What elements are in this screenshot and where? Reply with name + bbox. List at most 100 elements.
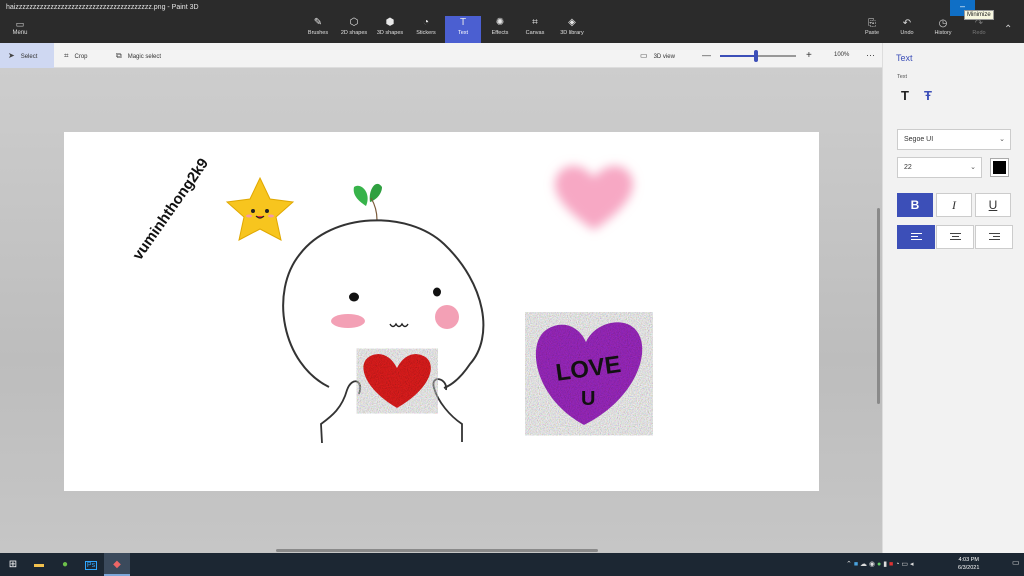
- 3d-view-icon: ▭: [640, 51, 648, 60]
- magic-select-button[interactable]: ⧉ Magic select: [116, 43, 161, 68]
- paste-button[interactable]: ⎘ Paste: [857, 18, 887, 36]
- canvas-text[interactable]: vuminhthong2k9: [129, 155, 212, 263]
- menu-label: Menu: [12, 30, 28, 36]
- tool-text[interactable]: T Text: [445, 16, 481, 43]
- taskbar-paint3d[interactable]: ◆: [104, 553, 130, 576]
- align-center-icon: [950, 233, 961, 242]
- tool-brushes[interactable]: ✎ Brushes: [304, 16, 332, 43]
- folder-icon: ▬: [34, 559, 44, 570]
- more-options-button[interactable]: ···: [866, 43, 875, 68]
- system-tray[interactable]: ⌃ ■ ☁ ◉ ● ▮ ■ ◔ ▭ ◂: [846, 553, 914, 576]
- clock-date: 6/3/2021: [958, 565, 980, 571]
- select-button[interactable]: ➤ Select: [0, 43, 54, 68]
- paint3d-icon: ◆: [113, 559, 121, 570]
- clock-time: 4:03 PM: [958, 557, 979, 563]
- cute-character[interactable]: [282, 183, 485, 444]
- zoom-slider-thumb[interactable]: [754, 50, 759, 62]
- minimize-tooltip: Minimize: [964, 10, 994, 20]
- tool-3d-shapes[interactable]: ⬢ 3D shapes: [374, 16, 406, 43]
- tool-3d-library[interactable]: ◈ 3D library: [556, 16, 588, 43]
- history-button[interactable]: ◷ History: [928, 18, 958, 36]
- canvas-artwork: vuminhthong2k9 LOVE U: [129, 155, 643, 444]
- wifi-icon: ◔: [895, 561, 900, 568]
- crop-label: Crop: [74, 54, 88, 60]
- drawing-canvas[interactable]: vuminhthong2k9 LOVE U: [64, 132, 819, 491]
- italic-button[interactable]: I: [936, 193, 972, 217]
- horizontal-scrollbar[interactable]: [276, 549, 598, 552]
- underline-button[interactable]: U: [975, 193, 1011, 217]
- tool-effects[interactable]: ✺ Effects: [487, 16, 513, 43]
- panel-subtitle: Text: [897, 74, 908, 80]
- zoom-in-button[interactable]: +: [806, 43, 812, 68]
- 3d-library-icon: ◈: [568, 17, 576, 28]
- windows-taskbar: ⊞ ▬ ● Ps ◆ ⌃ ■ ☁ ◉ ● ▮ ■ ◔ ▭ ◂ 4:03 PM 6…: [0, 553, 1024, 576]
- windows-icon: ⊞: [8, 559, 18, 570]
- notification-icon[interactable]: ▭: [1012, 558, 1020, 567]
- tool-label: Effects: [491, 30, 509, 36]
- taskbar-browser[interactable]: ●: [52, 553, 78, 576]
- star-sticker[interactable]: [225, 176, 295, 242]
- align-right-button[interactable]: [975, 225, 1013, 249]
- start-button[interactable]: ⊞: [0, 553, 26, 576]
- onedrive-icon: ☁: [860, 561, 868, 568]
- align-left-button[interactable]: [897, 225, 935, 249]
- undo-button[interactable]: ↶ Undo: [892, 18, 922, 36]
- font-size-select[interactable]: 22 ⌄: [897, 157, 982, 178]
- menu-button[interactable]: ▭ Menu: [8, 19, 32, 36]
- tool-stickers[interactable]: ◔ Stickers: [412, 16, 440, 43]
- text-color-swatch[interactable]: [990, 158, 1009, 177]
- 3d-view-button[interactable]: ▭ 3D view: [640, 43, 675, 68]
- tool-label: Canvas: [525, 30, 545, 36]
- 3d-text-button[interactable]: Ŧ: [924, 88, 932, 103]
- pink-heart[interactable]: [555, 165, 633, 230]
- zoom-slider-fill: [720, 55, 757, 57]
- taskbar-file-explorer[interactable]: ▬: [26, 553, 52, 576]
- magic-select-icon: ⧉: [116, 51, 122, 60]
- 2d-shapes-icon: ⬡: [349, 17, 359, 28]
- tool-label: 2D shapes: [340, 30, 368, 36]
- tray-app-icon: ■: [853, 561, 859, 568]
- folder-icon: ▭: [15, 19, 25, 29]
- tray-app-icon: ●: [877, 561, 882, 568]
- selection-toolbar: ➤ Select ⌗ Crop ⧉ Magic select ▭ 3D view — +…: [0, 43, 882, 68]
- 3d-shapes-icon: ⬢: [385, 17, 395, 28]
- browser-icon: ●: [61, 559, 69, 570]
- tool-label: Text: [457, 30, 469, 36]
- volume-icon: ◂: [909, 561, 914, 568]
- bold-button[interactable]: B: [897, 193, 933, 217]
- redo-button[interactable]: ↷ Redo: [964, 18, 994, 36]
- zoom-level: 100%: [834, 52, 850, 58]
- history-icon: ◷: [938, 18, 948, 29]
- cursor-icon: ➤: [8, 51, 15, 60]
- align-right-icon: [989, 233, 1000, 242]
- taskbar-photoshop[interactable]: Ps: [78, 553, 104, 576]
- tool-label: 3D shapes: [376, 30, 404, 36]
- zoom-slider[interactable]: [720, 50, 796, 62]
- heart-text-u: U: [581, 388, 595, 410]
- vertical-scrollbar[interactable]: [877, 208, 880, 404]
- text-icon: T: [459, 17, 467, 28]
- tool-label: Brushes: [307, 30, 329, 36]
- tool-label: 3D library: [560, 30, 584, 36]
- love-u-heart[interactable]: LOVE U: [535, 322, 643, 425]
- crop-button[interactable]: ⌗ Crop: [64, 43, 88, 68]
- tool-2d-shapes[interactable]: ⬡ 2D shapes: [338, 16, 370, 43]
- tool-canvas[interactable]: ⌗ Canvas: [522, 16, 548, 43]
- history-label: History: [934, 30, 952, 36]
- chevron-up-icon[interactable]: ⌃: [1004, 24, 1012, 35]
- tray-app-icon: ▮: [883, 561, 888, 568]
- font-size-value: 22: [904, 164, 912, 171]
- canvas-icon: ⌗: [532, 17, 538, 28]
- select-label: Select: [20, 54, 38, 60]
- network-icon: ▭: [901, 561, 909, 568]
- font-family-select[interactable]: Segoe UI ⌄: [897, 129, 1011, 150]
- align-center-button[interactable]: [936, 225, 974, 249]
- 2d-text-button[interactable]: T: [901, 88, 909, 103]
- zoom-out-button[interactable]: —: [702, 43, 711, 68]
- tool-label: Stickers: [416, 30, 436, 36]
- effects-icon: ✺: [495, 17, 505, 28]
- system-clock[interactable]: 4:03 PM 6/3/2021: [958, 556, 979, 572]
- align-left-icon: [911, 233, 922, 242]
- tray-app-icon: ■: [889, 561, 894, 568]
- font-family-value: Segoe UI: [904, 136, 934, 143]
